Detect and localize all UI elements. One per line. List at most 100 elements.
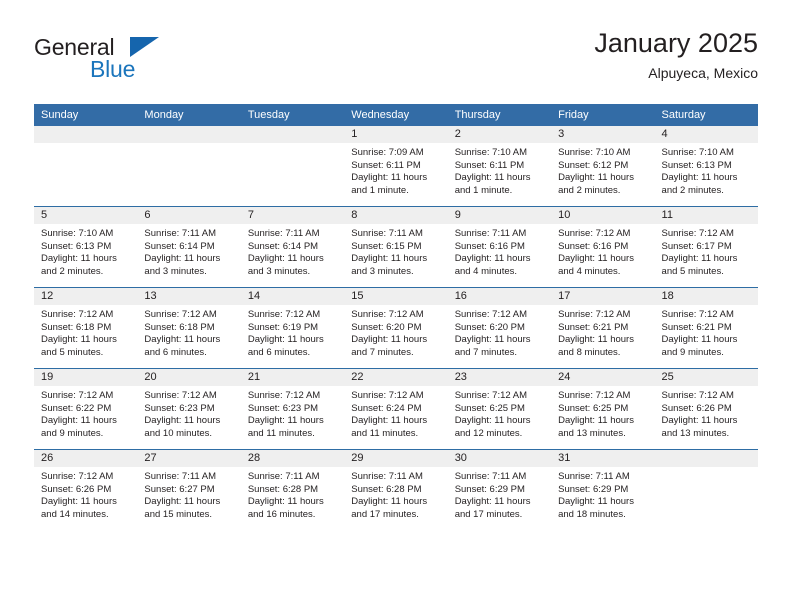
calendar-day-cell[interactable]: 2 Sunrise: 7:10 AM Sunset: 6:11 PM Daylight… — [447, 126, 552, 207]
calendar-day-cell[interactable]: 12 Sunrise: 7:12 AM Sunset: 6:18 PM Dayligh… — [34, 287, 138, 369]
day-number: 8 — [344, 207, 448, 224]
calendar-day-cell[interactable]: 9 Sunrise: 7:11 AM Sunset: 6:16 PM Daylight… — [447, 206, 552, 288]
weekday-header-row: Sunday Monday Tuesday Wednesday Thursday… — [34, 104, 758, 126]
calendar-week-row: 1 Sunrise: 7:09 AM Sunset: 6:11 PM Daylight… — [34, 126, 758, 207]
calendar-day-cell[interactable]: 27 Sunrise: 7:11 AM Sunset: 6:27 PM Dayligh… — [137, 449, 241, 530]
calendar-week-row: 26 Sunrise: 7:12 AM Sunset: 6:26 PM Dayligh… — [34, 449, 758, 530]
sunrise-text: Sunrise: 7:12 AM — [558, 390, 631, 401]
daylight-text: Daylight: 11 hours and 15 minutes. — [144, 496, 221, 520]
sunset-text: Sunset: 6:16 PM — [454, 240, 525, 252]
calendar-day-cell[interactable]: 30 Sunrise: 7:11 AM Sunset: 6:29 PM Dayligh… — [447, 449, 552, 530]
calendar-week-row: 12 Sunrise: 7:12 AM Sunset: 6:18 PM Dayligh… — [34, 287, 758, 369]
sunrise-text: Sunrise: 7:11 AM — [558, 471, 630, 482]
day-number: 24 — [551, 369, 655, 386]
calendar-day-cell[interactable]: 24 Sunrise: 7:12 AM Sunset: 6:25 PM Dayligh… — [551, 368, 655, 450]
sunrise-text: Sunrise: 7:12 AM — [351, 309, 424, 320]
sunrise-text: Sunrise: 7:12 AM — [558, 309, 631, 320]
calendar-day-cell[interactable]: 21 Sunrise: 7:12 AM Sunset: 6:23 PM Dayligh… — [240, 368, 345, 450]
sunrise-text: Sunrise: 7:12 AM — [144, 390, 217, 401]
day-detail: Sunrise: 7:12 AM Sunset: 6:21 PM Daylight:… — [655, 305, 758, 359]
calendar-page: General Blue January 2025 Alpuyeca, Mexi… — [0, 0, 792, 612]
day-number — [240, 126, 345, 143]
daylight-text: Daylight: 11 hours and 13 minutes. — [661, 415, 738, 439]
calendar-day-cell[interactable]: 1 Sunrise: 7:09 AM Sunset: 6:11 PM Daylight… — [344, 126, 448, 207]
daylight-text: Daylight: 11 hours and 10 minutes. — [144, 415, 221, 439]
day-number: 11 — [654, 207, 758, 224]
calendar-day-cell[interactable]: 29 Sunrise: 7:11 AM Sunset: 6:28 PM Dayligh… — [344, 449, 448, 530]
sunrise-text: Sunrise: 7:11 AM — [454, 471, 527, 482]
day-detail: Sunrise: 7:12 AM Sunset: 6:18 PM Daylight:… — [34, 305, 137, 359]
calendar-day-cell[interactable]: 19 Sunrise: 7:12 AM Sunset: 6:22 PM Dayligh… — [34, 368, 138, 450]
day-detail: Sunrise: 7:12 AM Sunset: 6:26 PM Daylight:… — [655, 386, 758, 440]
sunset-text: Sunset: 6:27 PM — [144, 483, 215, 495]
calendar-day-cell[interactable]: 4 Sunrise: 7:10 AM Sunset: 6:13 PM Daylight… — [654, 126, 758, 207]
day-number — [137, 126, 241, 143]
calendar-day-cell[interactable]: 10 Sunrise: 7:12 AM Sunset: 6:16 PM Dayligh… — [551, 206, 655, 288]
calendar-day-cell[interactable]: 6 Sunrise: 7:11 AM Sunset: 6:14 PM Daylight… — [137, 206, 241, 288]
calendar-day-cell[interactable]: 15 Sunrise: 7:12 AM Sunset: 6:20 PM Dayligh… — [344, 287, 448, 369]
daylight-text: Daylight: 11 hours and 16 minutes. — [247, 496, 324, 520]
calendar-day-cell[interactable]: 31 Sunrise: 7:11 AM Sunset: 6:29 PM Dayligh… — [551, 449, 655, 530]
daylight-text: Daylight: 11 hours and 18 minutes. — [558, 496, 634, 520]
day-number: 30 — [447, 450, 552, 467]
daylight-text: Daylight: 11 hours and 14 minutes. — [41, 496, 117, 520]
day-detail: Sunrise: 7:12 AM Sunset: 6:17 PM Daylight:… — [655, 224, 758, 278]
sunset-text: Sunset: 6:19 PM — [247, 321, 319, 333]
logo-text-blue: Blue — [90, 56, 136, 82]
day-number — [654, 450, 758, 467]
calendar-day-cell[interactable]: 25 Sunrise: 7:12 AM Sunset: 6:26 PM Dayligh… — [654, 368, 758, 450]
daylight-text: Daylight: 11 hours and 9 minutes. — [661, 334, 738, 358]
day-detail: Sunrise: 7:10 AM Sunset: 6:12 PM Daylight:… — [551, 143, 654, 197]
sunset-text: Sunset: 6:20 PM — [351, 321, 422, 333]
daylight-text: Daylight: 11 hours and 11 minutes. — [247, 415, 324, 439]
daylight-text: Daylight: 11 hours and 2 minutes. — [558, 172, 634, 196]
sunset-text: Sunset: 6:29 PM — [558, 483, 629, 495]
daylight-text: Daylight: 11 hours and 3 minutes. — [351, 253, 428, 277]
page-subtitle: Alpuyeca, Mexico — [648, 65, 758, 81]
sunset-text: Sunset: 6:12 PM — [558, 159, 629, 171]
calendar-day-cell[interactable]: 5 Sunrise: 7:10 AM Sunset: 6:13 PM Daylight… — [34, 206, 138, 288]
calendar-day-cell[interactable]: 8 Sunrise: 7:11 AM Sunset: 6:15 PM Daylight… — [344, 206, 448, 288]
calendar-day-cell[interactable]: 3 Sunrise: 7:10 AM Sunset: 6:12 PM Daylight… — [551, 126, 655, 207]
day-detail: Sunrise: 7:12 AM Sunset: 6:19 PM Daylight:… — [241, 305, 344, 359]
calendar-day-cell[interactable]: 22 Sunrise: 7:12 AM Sunset: 6:24 PM Dayligh… — [344, 368, 448, 450]
calendar-day-cell-empty — [654, 449, 758, 530]
sunset-text: Sunset: 6:13 PM — [41, 240, 112, 252]
calendar-day-cell[interactable]: 18 Sunrise: 7:12 AM Sunset: 6:21 PM Dayligh… — [654, 287, 758, 369]
day-detail: Sunrise: 7:12 AM Sunset: 6:20 PM Daylight:… — [448, 305, 551, 359]
day-detail: Sunrise: 7:12 AM Sunset: 6:18 PM Daylight:… — [137, 305, 240, 359]
sunset-text: Sunset: 6:20 PM — [454, 321, 525, 333]
day-detail: Sunrise: 7:10 AM Sunset: 6:13 PM Daylight:… — [34, 224, 137, 278]
sunrise-text: Sunrise: 7:12 AM — [661, 309, 734, 320]
title-block: January 2025 Alpuyeca, Mexico — [594, 26, 758, 84]
sunrise-text: Sunrise: 7:12 AM — [351, 390, 424, 401]
day-number: 25 — [654, 369, 758, 386]
calendar-day-cell[interactable]: 20 Sunrise: 7:12 AM Sunset: 6:23 PM Dayligh… — [137, 368, 241, 450]
sunset-text: Sunset: 6:28 PM — [247, 483, 319, 495]
calendar-day-cell[interactable]: 26 Sunrise: 7:12 AM Sunset: 6:26 PM Dayligh… — [34, 449, 138, 530]
daylight-text: Daylight: 11 hours and 5 minutes. — [661, 253, 738, 277]
calendar-day-cell[interactable]: 16 Sunrise: 7:12 AM Sunset: 6:20 PM Dayligh… — [447, 287, 552, 369]
day-detail: Sunrise: 7:12 AM Sunset: 6:23 PM Daylight:… — [241, 386, 344, 440]
day-detail: Sunrise: 7:12 AM Sunset: 6:25 PM Daylight:… — [551, 386, 654, 440]
calendar-day-cell[interactable]: 17 Sunrise: 7:12 AM Sunset: 6:21 PM Dayligh… — [551, 287, 655, 369]
day-number: 14 — [240, 288, 345, 305]
calendar-day-cell[interactable]: 28 Sunrise: 7:11 AM Sunset: 6:28 PM Dayligh… — [240, 449, 345, 530]
calendar-day-cell[interactable]: 14 Sunrise: 7:12 AM Sunset: 6:19 PM Dayligh… — [240, 287, 345, 369]
sunset-text: Sunset: 6:21 PM — [558, 321, 629, 333]
sunrise-text: Sunrise: 7:12 AM — [41, 309, 114, 320]
calendar-day-cell[interactable]: 7 Sunrise: 7:11 AM Sunset: 6:14 PM Daylight… — [240, 206, 345, 288]
sunrise-text: Sunrise: 7:12 AM — [41, 390, 114, 401]
weekday-header-tuesday: Tuesday — [240, 104, 345, 126]
day-number: 16 — [447, 288, 552, 305]
calendar-day-cell[interactable]: 11 Sunrise: 7:12 AM Sunset: 6:17 PM Dayligh… — [654, 206, 758, 288]
general-blue-logo[interactable]: General Blue — [34, 34, 254, 92]
sunset-text: Sunset: 6:22 PM — [41, 402, 112, 414]
sunset-text: Sunset: 6:17 PM — [661, 240, 732, 252]
sunrise-text: Sunrise: 7:10 AM — [558, 147, 631, 158]
daylight-text: Daylight: 11 hours and 12 minutes. — [454, 415, 531, 439]
calendar-day-cell[interactable]: 23 Sunrise: 7:12 AM Sunset: 6:25 PM Dayligh… — [447, 368, 552, 450]
calendar-day-cell-empty — [34, 126, 138, 207]
calendar-day-cell[interactable]: 13 Sunrise: 7:12 AM Sunset: 6:18 PM Dayligh… — [137, 287, 241, 369]
weekday-header-wednesday: Wednesday — [344, 104, 448, 126]
